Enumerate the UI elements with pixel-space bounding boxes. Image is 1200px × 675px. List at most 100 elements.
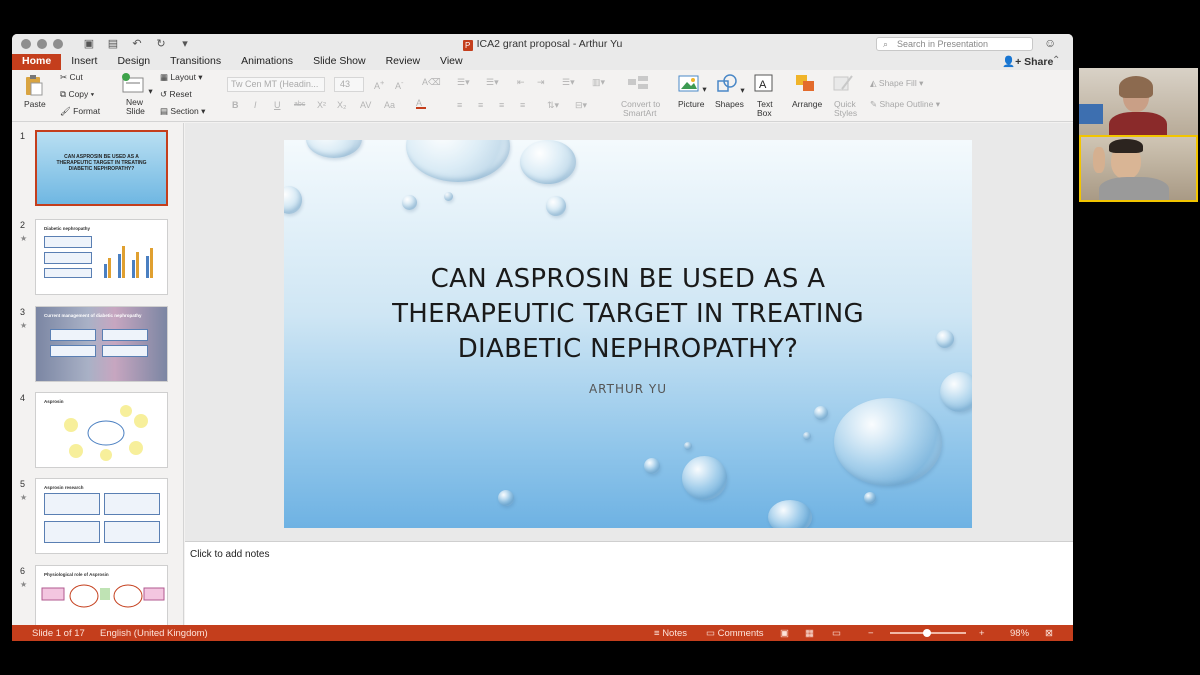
change-case-icon[interactable]: Aa [384, 100, 395, 110]
slide-thumbnail-1[interactable]: CAN ASPROSIN BE USED AS A THERAPEUTIC TA… [35, 130, 168, 206]
tab-home[interactable]: Home [12, 54, 62, 70]
reading-view-icon[interactable]: ▭ [832, 628, 841, 639]
thumb-number-1: 1 [20, 131, 26, 141]
new-slide-button[interactable]: ▾ [120, 72, 153, 97]
collapse-ribbon-icon[interactable]: ⌃ [1052, 55, 1060, 66]
new-slide-icon [122, 73, 144, 93]
water-drop-decoration [520, 140, 576, 184]
thumbnail-diagram [41, 584, 165, 608]
thumbnail-6-title: Physiological role of Asprosin [44, 572, 109, 577]
section-button[interactable]: ▤ Section ▾ [160, 106, 205, 117]
thumbnail-bar-chart [104, 246, 153, 278]
language-indicator[interactable]: English (United Kingdom) [100, 628, 208, 639]
slide-thumbnail-5[interactable]: Asprosin research [35, 478, 168, 554]
shape-outline-button[interactable]: ✎ Shape Outline ▾ [870, 99, 940, 110]
slide-thumbnail-4[interactable]: Asprosin [35, 392, 168, 468]
tab-transitions[interactable]: Transitions [160, 54, 231, 70]
thumbnail-1-title: CAN ASPROSIN BE USED AS A THERAPEUTIC TA… [56, 154, 147, 172]
strikethrough-icon[interactable]: abc [294, 101, 305, 108]
layout-button[interactable]: ▦ Layout ▾ [160, 72, 203, 83]
slide-thumbnails-pane[interactable]: 1 CAN ASPROSIN BE USED AS A THERAPEUTIC … [12, 123, 184, 625]
increase-indent-icon[interactable]: ⇥ [537, 77, 545, 88]
font-size-select[interactable]: 43 [334, 77, 364, 92]
subscript-icon[interactable]: X₂ [337, 100, 347, 110]
increase-font-size-icon[interactable]: A+ [374, 78, 384, 91]
columns-icon[interactable]: ▥▾ [592, 77, 605, 88]
water-drop-decoration [498, 490, 514, 506]
shape-fill-button[interactable]: ◭ Shape Fill ▾ [870, 78, 923, 89]
tab-design[interactable]: Design [107, 54, 160, 70]
search-input[interactable]: ⌕ Search in Presentation [876, 37, 1033, 51]
fit-to-window-icon[interactable]: ⊠ [1045, 628, 1053, 639]
slide-sorter-icon[interactable]: ▦ [805, 628, 814, 639]
new-slide-label-2: Slide [126, 106, 145, 116]
slide-thumbnail-6[interactable]: Physiological role of Asprosin [35, 565, 168, 625]
align-left-icon[interactable]: ≡ [457, 100, 462, 110]
font-color-icon[interactable]: A [416, 98, 426, 109]
tab-review[interactable]: Review [376, 54, 430, 70]
character-spacing-icon[interactable]: AV [360, 100, 371, 110]
slide-thumbnail-2[interactable]: Diabetic nephropathy [35, 219, 168, 295]
picture-label: Picture [678, 99, 705, 109]
line-spacing-icon[interactable]: ☰▾ [562, 77, 575, 88]
convert-smartart-button[interactable] [625, 74, 651, 94]
animation-star-icon: ★ [20, 493, 28, 502]
underline-icon[interactable]: U [274, 100, 281, 110]
bullets-icon[interactable]: ☰▾ [457, 77, 470, 88]
slide-title[interactable]: CAN ASPROSIN BE USED AS A THERAPEUTIC TA… [344, 262, 912, 367]
comments-button[interactable]: ▭ Comments [706, 628, 764, 639]
shapes-button[interactable]: ▾ [716, 73, 745, 96]
tab-slide-show[interactable]: Slide Show [303, 54, 376, 70]
bold-icon[interactable]: B [232, 100, 239, 110]
water-drop-decoration [546, 196, 566, 216]
slide-thumbnail-3[interactable]: Current management of diabetic nephropat… [35, 306, 168, 382]
arrange-button[interactable] [794, 73, 818, 95]
zoom-out-icon[interactable]: − [868, 628, 874, 639]
text-direction-icon[interactable]: ⇅▾ [547, 100, 559, 111]
tab-view[interactable]: View [430, 54, 473, 70]
picture-button[interactable]: ▾ [678, 74, 707, 95]
share-button[interactable]: 👤+ Share [1002, 55, 1053, 68]
current-slide[interactable]: CAN ASPROSIN BE USED AS A THERAPEUTIC TA… [284, 140, 972, 528]
search-icon: ⌕ [883, 39, 889, 49]
copy-button[interactable]: ⧉ Copy ▾ [60, 89, 94, 100]
powerpoint-window: ▣ ▤ ↶ ↻ ▾ P ICA2 grant proposal - Arthur … [12, 34, 1073, 641]
slide-count: Slide 1 of 17 [32, 628, 85, 639]
zoom-in-icon[interactable]: + [979, 628, 985, 639]
text-box-label-2: Box [757, 108, 772, 118]
decrease-font-size-icon[interactable]: A- [395, 78, 404, 91]
thumbnail-box [102, 329, 148, 341]
align-right-icon[interactable]: ≡ [499, 100, 504, 110]
ribbon-tabs: Home Insert Design Transitions Animation… [12, 54, 1073, 70]
text-box-button[interactable]: A [754, 73, 774, 95]
tab-animations[interactable]: Animations [231, 54, 303, 70]
slide-title-line-2: THERAPEUTIC TARGET IN TREATING [392, 299, 864, 329]
clear-formatting-icon[interactable]: A⌫ [422, 77, 441, 88]
normal-view-icon[interactable]: ▣ [780, 628, 789, 639]
thumbnail-box [104, 493, 160, 515]
zoom-slider-handle[interactable] [923, 629, 931, 637]
slide-editor: CAN ASPROSIN BE USED AS A THERAPEUTIC TA… [185, 123, 1073, 541]
feedback-smiley-icon[interactable]: ☺ [1044, 36, 1056, 50]
align-center-icon[interactable]: ≡ [478, 100, 483, 110]
format-painter-button[interactable]: 🖌 Format [60, 106, 100, 117]
tab-insert[interactable]: Insert [61, 54, 107, 70]
font-name-select[interactable]: Tw Cen MT (Headin... [227, 77, 325, 92]
section-icon: ▤ [160, 106, 171, 116]
quick-styles-button[interactable] [832, 73, 856, 95]
reset-button[interactable]: ↺ Reset [160, 89, 192, 100]
zoom-level[interactable]: 98% [1010, 628, 1029, 639]
notes-button[interactable]: ≡ Notes [654, 628, 687, 639]
cut-button[interactable]: ✂ Cut [60, 72, 83, 83]
paste-button[interactable] [22, 74, 44, 98]
align-text-icon[interactable]: ⊟▾ [575, 100, 587, 111]
slide-subtitle[interactable]: ARTHUR YU [284, 382, 972, 396]
thumbnail-box [104, 521, 160, 543]
water-drop-decoration [402, 195, 417, 210]
numbering-icon[interactable]: ☰▾ [486, 77, 499, 88]
justify-icon[interactable]: ≡ [520, 100, 525, 110]
decrease-indent-icon[interactable]: ⇤ [517, 77, 525, 88]
italic-icon[interactable]: I [254, 100, 257, 110]
notes-pane[interactable]: Click to add notes [185, 541, 1073, 625]
superscript-icon[interactable]: X² [317, 100, 326, 110]
